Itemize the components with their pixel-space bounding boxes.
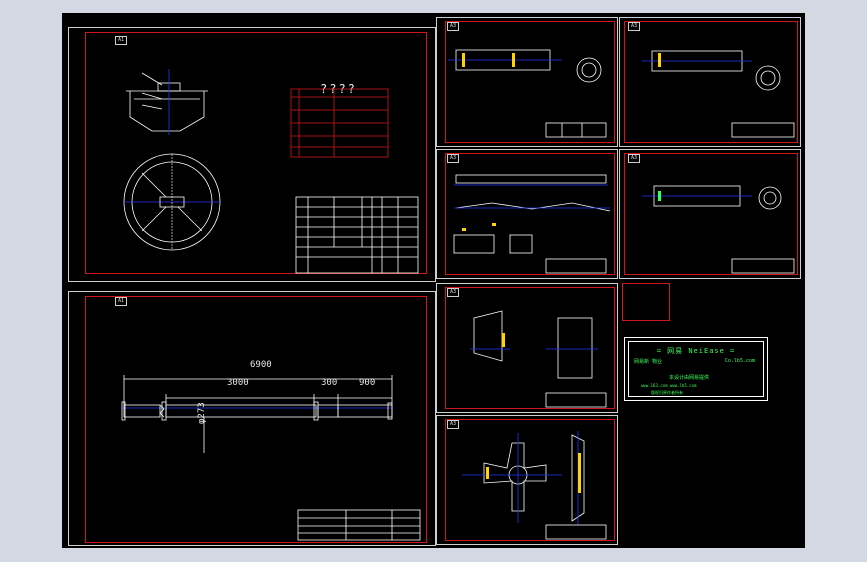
watermark-box: = 网易 NeiEase = 网易新 物业 Co.lb5.com 本设计由网易提…: [624, 337, 768, 401]
cad-geometry: [121, 49, 795, 541]
detail2-section: [755, 65, 781, 91]
parts-list-table: [295, 196, 419, 274]
watermark-note: 本设计由网易提供: [669, 375, 710, 381]
leader: [141, 92, 163, 100]
cad-drawing-canvas[interactable]: A1 ???? A1 6900 3000 300 900 φ273 A3 A3 …: [62, 13, 805, 548]
watermark-brand: 网易新 物业: [634, 359, 663, 365]
detail4-section: [758, 186, 782, 210]
detail6-cross-arm: [483, 442, 547, 512]
tank-elevation-outline: [129, 91, 205, 132]
detail3-helix: [455, 202, 611, 212]
watermark-title: = 网易 NeiEase =: [656, 347, 736, 355]
detail1-section: [576, 57, 602, 83]
watermark-inner-frame: = 网易 NeiEase = 网易新 物业 Co.lb5.com 本设计由网易提…: [628, 341, 764, 397]
watermark-copyright: 版权归原作者所有: [651, 390, 683, 395]
leader: [141, 104, 163, 110]
leader: [141, 72, 163, 86]
pipe-body-left: [123, 404, 161, 418]
detail5-cone: [473, 310, 503, 362]
detail3-rail: [455, 174, 607, 184]
pipe-body-main: [165, 404, 317, 418]
title-block: [297, 509, 421, 541]
watermark-urls: www.163.com www.lb5.com: [641, 383, 697, 388]
watermark-site: Co.lb5.com: [724, 358, 755, 364]
